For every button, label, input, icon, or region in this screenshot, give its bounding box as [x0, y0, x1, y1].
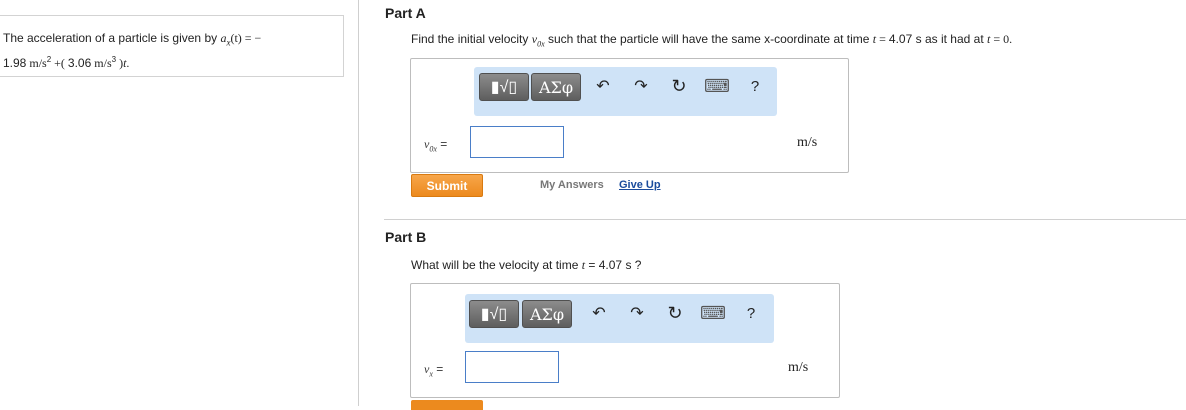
part-b-var-eq: =	[432, 362, 444, 376]
problem-dot: .	[126, 56, 130, 71]
problem-func-arg: (t)	[230, 31, 242, 45]
part-a-unit: m/s	[797, 135, 818, 150]
part-b-toolbar: ▮√▯ ΑΣφ ↶ ↷ ↻ ⌨ ?	[465, 294, 774, 343]
part-b-title: Part B	[385, 229, 427, 245]
part-a-question-value: 4.07	[888, 32, 913, 46]
part-a-question-eq1: =	[876, 32, 889, 46]
greek-symbols-button[interactable]: ΑΣφ	[522, 300, 572, 328]
give-up-link[interactable]: Give Up	[619, 179, 661, 191]
greek-symbols-label: ΑΣφ	[529, 304, 565, 324]
part-a-title: Part A	[385, 5, 426, 21]
part-b-unit: m/s	[788, 360, 809, 375]
submit-button[interactable]: Submit	[411, 174, 483, 197]
undo-icon[interactable]: ↶	[588, 302, 610, 324]
help-icon[interactable]: ?	[744, 75, 766, 97]
greek-symbols-button[interactable]: ΑΣφ	[531, 73, 581, 101]
problem-text-prefix: The acceleration of a particle is given …	[3, 31, 221, 45]
reset-icon[interactable]: ↻	[664, 302, 686, 324]
part-a-variable-label: v0x =	[424, 137, 447, 153]
problem-value-2: 3.06	[67, 56, 92, 71]
part-a-var-sub: 0x	[429, 144, 437, 154]
part-a-question-mid: such that the particle will have the sam…	[544, 32, 873, 46]
help-icon[interactable]: ?	[740, 302, 762, 324]
problem-plus: +(	[51, 56, 68, 71]
keyboard-icon[interactable]: ⌨	[704, 75, 730, 97]
part-a-answer-input[interactable]	[470, 126, 564, 158]
part-a-question: Find the initial velocity v0x such that …	[411, 32, 1012, 48]
part-b-variable-label: vx =	[424, 362, 443, 378]
fraction-root-icon: ▮√▯	[480, 306, 508, 323]
keyboard-icon[interactable]: ⌨	[700, 302, 726, 324]
template-button[interactable]: ▮√▯	[479, 73, 529, 101]
problem-value-1: 1.98	[3, 56, 27, 71]
part-b-question: What will be the velocity at time t = 4.…	[411, 258, 641, 273]
part-b-question-prefix: What will be the velocity at time	[411, 258, 582, 272]
problem-statement-box: The acceleration of a particle is given …	[0, 15, 344, 77]
part-a-question-var-sub: 0x	[537, 39, 545, 49]
problem-statement: The acceleration of a particle is given …	[3, 30, 261, 72]
undo-icon[interactable]: ↶	[592, 75, 614, 97]
problem-unit-2: m/s	[91, 56, 112, 71]
part-a-question-eq2: = 0.	[990, 32, 1013, 46]
reset-icon[interactable]: ↻	[668, 75, 690, 97]
part-b-question-rest: = 4.07 s ?	[585, 258, 642, 272]
redo-icon[interactable]: ↷	[630, 75, 652, 97]
my-answers-link[interactable]: My Answers	[540, 179, 604, 191]
part-a-toolbar: ▮√▯ ΑΣφ ↶ ↷ ↻ ⌨ ?	[474, 67, 777, 116]
part-b-submit-button[interactable]	[411, 400, 483, 410]
problem-unit-1: m/s	[26, 56, 47, 71]
part-a-answer-box: ▮√▯ ΑΣφ ↶ ↷ ↻ ⌨ ? v0x = m/s	[410, 58, 849, 173]
section-divider	[384, 219, 1186, 220]
part-b-answer-box: ▮√▯ ΑΣφ ↶ ↷ ↻ ⌨ ? vx = m/s	[410, 283, 840, 398]
part-a-var-eq: =	[436, 137, 448, 151]
part-a-question-prefix: Find the initial velocity	[411, 32, 532, 46]
redo-icon[interactable]: ↷	[626, 302, 648, 324]
part-a-question-unit: s as it had at	[912, 32, 987, 46]
part-b-answer-input[interactable]	[465, 351, 559, 383]
problem-panel: The acceleration of a particle is given …	[0, 0, 359, 406]
greek-symbols-label: ΑΣφ	[538, 77, 574, 97]
fraction-root-icon: ▮√▯	[490, 79, 518, 96]
problem-eq: = −	[241, 31, 262, 45]
template-button[interactable]: ▮√▯	[469, 300, 519, 328]
